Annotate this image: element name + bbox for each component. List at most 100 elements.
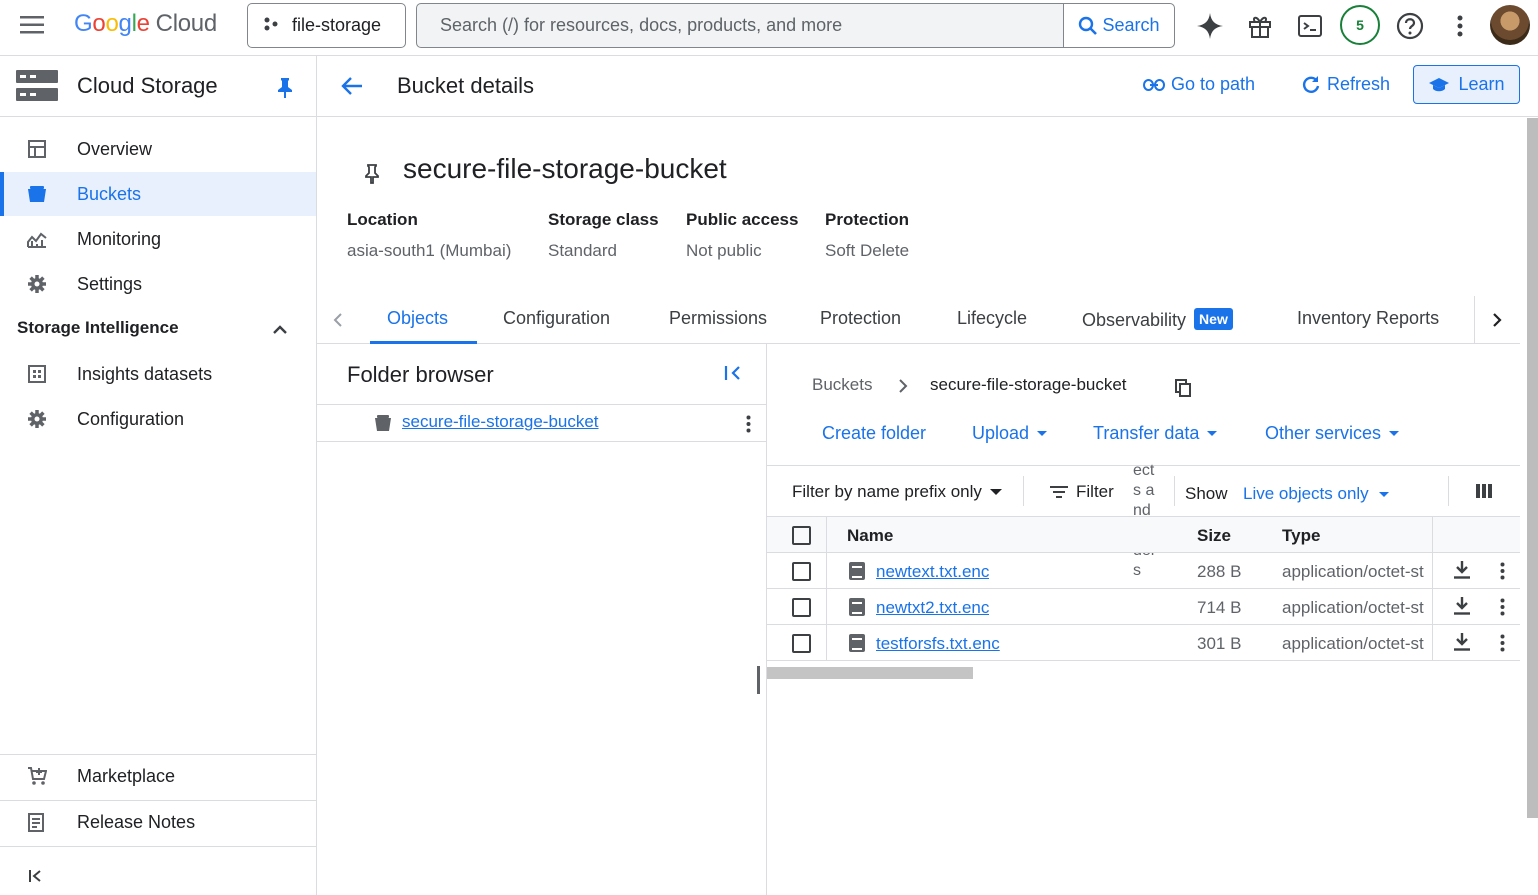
storage-product-icon: [16, 70, 58, 107]
column-divider: [826, 517, 827, 552]
tab-permissions[interactable]: Permissions: [669, 308, 767, 329]
search-button[interactable]: Search: [1063, 4, 1174, 47]
copy-icon[interactable]: [1175, 379, 1191, 402]
more-vert-icon[interactable]: [1500, 562, 1505, 585]
tab-configuration[interactable]: Configuration: [503, 308, 610, 329]
learn-button[interactable]: Learn: [1413, 65, 1520, 104]
refresh-button[interactable]: Refresh: [1301, 74, 1390, 95]
more-vert-icon[interactable]: [1500, 634, 1505, 657]
download-icon[interactable]: [1454, 597, 1470, 620]
filter-bar: Filter by name prefix only Filter ect s …: [767, 462, 1520, 579]
dropdown-caret-icon: [1378, 491, 1389, 497]
monitoring-icon: [0, 230, 77, 248]
sidebar-item-label: Monitoring: [77, 228, 162, 249]
horizontal-scrollbar[interactable]: [767, 667, 973, 679]
show-select[interactable]: Live objects only: [1243, 484, 1389, 504]
go-to-path-button[interactable]: Go to path: [1143, 74, 1255, 95]
collapse-sidebar-icon[interactable]: [28, 868, 44, 889]
help-icon[interactable]: [1392, 8, 1428, 44]
more-vert-icon[interactable]: [1446, 8, 1474, 44]
column-header-name[interactable]: Name: [847, 526, 893, 546]
table-row[interactable]: newtext.txt.enc 288 B application/octet-…: [767, 553, 1520, 589]
school-icon: [1429, 77, 1450, 91]
sidebar-item-configuration[interactable]: Configuration: [0, 397, 316, 441]
object-size: 288 B: [1197, 562, 1242, 581]
sidebar-item-insights-datasets[interactable]: Insights datasets: [0, 352, 316, 396]
download-icon[interactable]: [1454, 633, 1470, 656]
column-divider: [1432, 589, 1433, 624]
sidebar-item-label: Configuration: [77, 408, 185, 429]
folder-browser: Folder browser secure-file-storage-bucke…: [317, 344, 767, 895]
resize-handle[interactable]: [757, 666, 760, 694]
pin-icon[interactable]: [277, 78, 293, 103]
google-cloud-logo[interactable]: Google Cloud: [74, 10, 217, 38]
project-icon: [264, 15, 278, 36]
gift-icon[interactable]: [1242, 8, 1278, 44]
pin-outline-icon[interactable]: [364, 164, 380, 189]
row-checkbox[interactable]: [792, 562, 811, 581]
sidebar-item-label: Overview: [77, 138, 153, 159]
create-folder-button[interactable]: Create folder: [822, 423, 926, 444]
chevron-left-icon[interactable]: [333, 312, 343, 333]
more-vert-icon[interactable]: [746, 415, 751, 438]
cloud-shell-icon[interactable]: [1292, 8, 1328, 44]
filter-mode-select[interactable]: Filter by name prefix only: [792, 482, 1002, 502]
filter-mode-label: Filter by name prefix only: [792, 482, 982, 501]
object-name-link[interactable]: newtxt2.txt.enc: [876, 598, 989, 618]
folder-tree-bucket-link[interactable]: secure-file-storage-bucket: [402, 412, 599, 432]
transfer-data-button[interactable]: Transfer data: [1093, 423, 1218, 444]
tab-lifecycle[interactable]: Lifecycle: [957, 308, 1027, 329]
tab-protection[interactable]: Protection: [820, 308, 901, 329]
sidebar-item-marketplace[interactable]: Marketplace: [0, 754, 316, 798]
object-size: 714 B: [1197, 598, 1242, 617]
sidebar-item-overview[interactable]: Overview: [0, 127, 316, 171]
protection-label: Protection: [825, 210, 910, 229]
location-label: Location: [347, 210, 418, 229]
object-name-link[interactable]: testforsfs.txt.enc: [876, 634, 1000, 654]
breadcrumb-buckets[interactable]: Buckets: [812, 375, 872, 395]
other-services-button[interactable]: Other services: [1265, 423, 1400, 444]
public-access-value: Not public: [686, 241, 762, 260]
sidebar-item-settings[interactable]: Settings: [0, 262, 316, 306]
sidebar: Cloud Storage Overview Buckets Monitorin…: [0, 56, 317, 895]
table-header-row: Name Size Type: [767, 516, 1520, 553]
search-input[interactable]: Search (/) for resources, docs, products…: [417, 4, 1063, 47]
tab-scroll-divider: [1474, 296, 1475, 344]
sidebar-item-release-notes[interactable]: Release Notes: [0, 800, 316, 844]
back-arrow-icon[interactable]: [341, 76, 363, 101]
table-row[interactable]: testforsfs.txt.enc 301 B application/oct…: [767, 625, 1520, 661]
folder-tree-item[interactable]: secure-file-storage-bucket: [317, 404, 766, 442]
download-icon[interactable]: [1454, 561, 1470, 584]
avatar[interactable]: [1490, 5, 1530, 45]
page-scrollbar[interactable]: [1527, 118, 1538, 818]
column-display-icon[interactable]: [1476, 484, 1492, 503]
row-checkbox[interactable]: [792, 634, 811, 653]
column-header-type[interactable]: Type: [1282, 526, 1320, 546]
filter-button[interactable]: Filter: [1050, 482, 1114, 502]
upload-button[interactable]: Upload: [972, 423, 1048, 444]
row-checkbox[interactable]: [792, 598, 811, 617]
select-all-checkbox[interactable]: [792, 526, 811, 545]
chevron-right-icon[interactable]: [1492, 312, 1502, 333]
tab-observability[interactable]: Observability New: [1082, 308, 1233, 331]
tab-objects[interactable]: Objects: [387, 308, 448, 329]
more-vert-icon[interactable]: [1500, 598, 1505, 621]
sidebar-item-monitoring[interactable]: Monitoring: [0, 217, 316, 261]
column-divider: [1432, 625, 1433, 660]
storage-intelligence-header[interactable]: Storage Intelligence: [17, 318, 179, 338]
sidebar-item-label: Release Notes: [77, 811, 196, 832]
column-header-size[interactable]: Size: [1197, 526, 1231, 546]
project-picker[interactable]: file-storage: [247, 3, 406, 48]
notifications-badge[interactable]: 5: [1340, 5, 1380, 45]
table-row[interactable]: newtxt2.txt.enc 714 B application/octet-…: [767, 589, 1520, 625]
chevron-up-icon[interactable]: [273, 322, 287, 340]
tab-inventory-reports[interactable]: Inventory Reports: [1297, 308, 1439, 329]
main-menu-icon[interactable]: [14, 10, 50, 40]
object-name-link[interactable]: newtext.txt.enc: [876, 562, 989, 582]
sidebar-item-buckets[interactable]: Buckets: [0, 172, 316, 216]
column-divider: [1432, 553, 1433, 588]
collapse-folder-browser-icon[interactable]: [724, 365, 742, 386]
filter-label: Filter: [1076, 482, 1114, 501]
file-icon: [849, 562, 865, 580]
gemini-sparkle-icon[interactable]: [1192, 8, 1228, 44]
